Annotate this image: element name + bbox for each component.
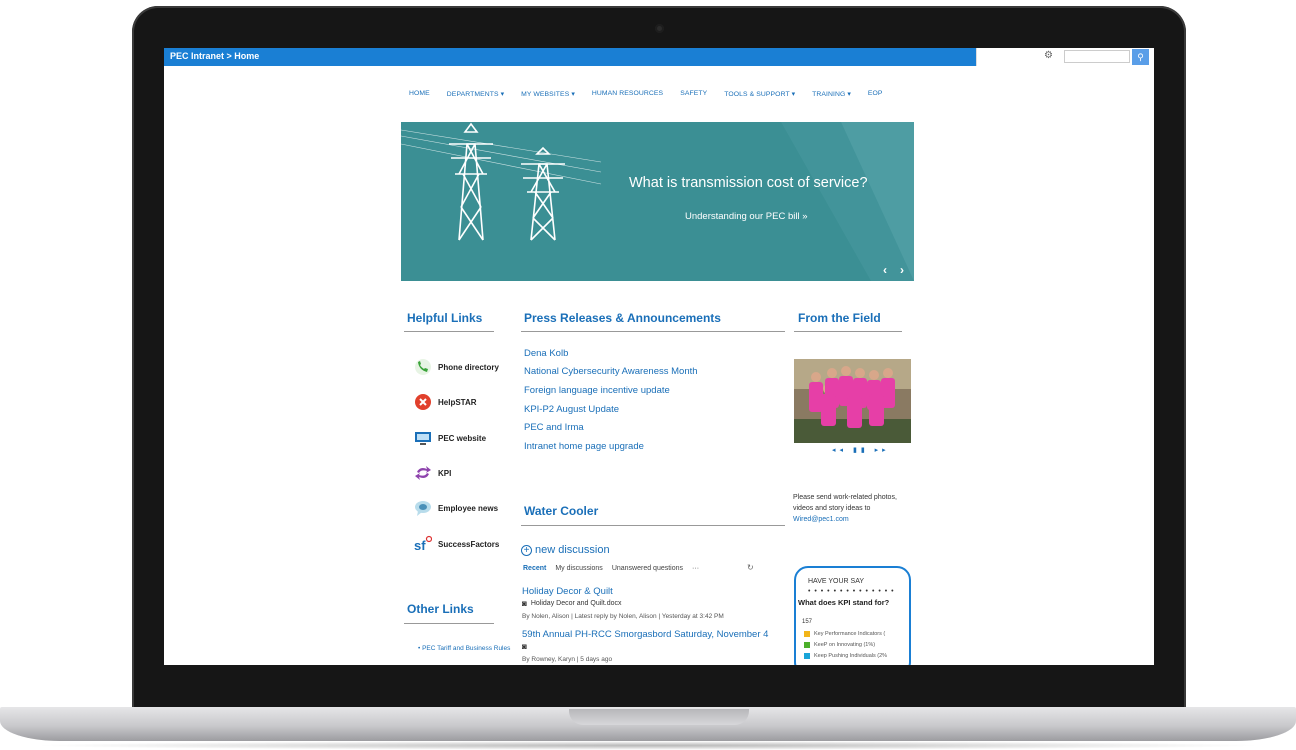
hero-link[interactable]: Understanding our PEC bill » [685,211,808,222]
nav-my-websites[interactable]: MY WEBSITES ▾ [521,90,575,98]
nav-home[interactable]: HOME [409,90,430,98]
link-label: SuccessFactors [438,539,500,549]
helpful-link-kpi[interactable]: KPI [414,464,451,482]
poll-option[interactable]: KeeP on Innovating (1%) [804,642,875,648]
discussion-tabs: Recent My discussions Unanswered questio… [523,565,699,572]
tab-more[interactable]: ··· [692,565,699,572]
kpi-arrows-icon [415,466,431,480]
attachment-row[interactable]: ◙ Holiday Decor and Quilt.docx [522,599,622,608]
poll-option[interactable]: Key Performance Indicators ( [804,631,885,637]
divider [521,331,785,332]
camera-icon: ◙ [522,599,527,608]
press-item[interactable]: Dena Kolb [524,348,568,359]
from-the-field-title: From the Field [798,311,881,325]
poll-option[interactable]: Keep Pushing Individuals (2% [804,653,887,659]
successfactors-logo-icon: sf [414,535,432,553]
discussion-meta: By Rowney, Karyn | 5 days ago [522,656,613,663]
helpstar-icon [415,394,431,410]
hero-banner[interactable]: What is transmission cost of service? Un… [401,122,914,281]
link-label: Phone directory [438,362,499,372]
tab-my-discussions[interactable]: My discussions [555,565,602,572]
photo-controls[interactable]: ◂◂ ▮▮ ▸▸ [832,446,890,454]
other-links-title: Other Links [407,602,474,616]
other-link-label: PEC Tariff and Business Rules [422,645,511,652]
water-cooler-title: Water Cooler [524,504,599,518]
poll-count: 157 [802,619,813,625]
poll-heading: HAVE YOUR SAY [808,578,865,585]
monitor-icon [415,432,431,445]
option-swatch [804,642,810,648]
tab-recent[interactable]: Recent [523,565,546,572]
link-label: PEC website [438,433,487,443]
new-discussion-button[interactable]: + new discussion [521,544,610,556]
divider [404,331,494,332]
helpful-link-successfactors[interactable]: sf SuccessFactors [414,535,499,553]
laptop-notch [569,709,749,725]
hero-headline: What is transmission cost of service? [629,175,868,191]
poll-dots: • • • • • • • • • • • • • • [808,588,895,595]
divider [404,623,494,624]
nav-human-resources[interactable]: HUMAN RESOURCES [592,90,663,98]
poll-question: What does KPI stand for? [798,598,890,607]
option-swatch [804,653,810,659]
option-swatch [804,631,810,637]
divider [521,525,785,526]
main-nav: HOME DEPARTMENTS ▾ MY WEBSITES ▾ HUMAN R… [409,90,900,98]
link-label: HelpSTAR [438,397,477,407]
link-label: KPI [438,468,452,478]
top-bar: PEC Intranet > Home ⚙ ⚲ [164,48,1154,66]
tab-unanswered[interactable]: Unanswered questions [612,565,683,572]
send-text: Please send work-related photos, videos … [793,494,897,512]
helpful-link-employee-news[interactable]: Employee news [414,499,498,517]
nav-departments[interactable]: DEPARTMENTS ▾ [447,90,504,98]
svg-text:sf: sf [414,538,426,553]
search-input[interactable] [1064,50,1130,63]
nav-safety[interactable]: SAFETY [680,90,707,98]
refresh-icon[interactable]: ↻ [747,563,754,572]
field-photo[interactable] [794,359,911,443]
other-link-item[interactable]: • PEC Tariff and Business Rules [418,644,513,653]
breadcrumb[interactable]: PEC Intranet > Home [170,51,259,61]
press-item[interactable]: PEC and Irma [524,422,584,433]
option-label: Key Performance Indicators ( [814,631,886,637]
search-icon: ⚲ [1137,52,1144,62]
submission-note: Please send work-related photos, videos … [793,492,918,525]
new-discussion-label: new discussion [535,544,610,556]
nav-eop[interactable]: EOP [868,90,883,98]
helpful-link-helpstar[interactable]: HelpSTAR [414,393,477,411]
press-item[interactable]: National Cybersecurity Awareness Month [524,366,698,377]
transmission-towers-illustration [401,122,914,281]
group-photo [794,359,911,443]
discussion-meta: By Nolen, Alison | Latest reply by Nolen… [522,613,724,620]
laptop-shadow [30,741,1266,750]
press-item[interactable]: Intranet home page upgrade [524,441,644,452]
camera-icon: ◙ [522,642,527,651]
helpful-link-phone[interactable]: Phone directory [414,358,499,376]
browser-screen: PEC Intranet > Home ⚙ ⚲ HOME DEPARTMENTS… [164,48,1154,665]
search-button[interactable]: ⚲ [1132,49,1149,65]
poll-widget: HAVE YOUR SAY • • • • • • • • • • • • • … [794,566,911,665]
email-link[interactable]: Wired@pec1.com [793,516,849,523]
gear-icon[interactable]: ⚙ [1044,50,1053,61]
link-label: Employee news [438,503,499,513]
discussion-title[interactable]: 59th Annual PH-RCC Smorgasbord Saturday,… [522,629,768,640]
press-item[interactable]: KPI-P2 August Update [524,404,619,415]
carousel-next-icon[interactable]: › [900,263,904,277]
nav-training[interactable]: TRAINING ▾ [812,90,851,98]
helpful-link-pec-website[interactable]: PEC website [414,429,486,447]
attachment-name: Holiday Decor and Quilt.docx [530,600,622,607]
discussion-title[interactable]: Holiday Decor & Quilt [522,586,613,597]
phone-icon [415,359,431,375]
helpful-links-title: Helpful Links [407,311,483,325]
option-label: KeeP on Innovating (1%) [814,642,876,648]
nav-tools-support[interactable]: TOOLS & SUPPORT ▾ [724,90,795,98]
press-title: Press Releases & Announcements [524,311,721,325]
camera-icon [655,24,664,33]
plus-circle-icon: + [521,544,532,556]
divider [794,331,902,332]
press-item[interactable]: Foreign language incentive update [524,385,670,396]
carousel-prev-icon[interactable]: ‹ [883,263,887,277]
option-label: Keep Pushing Individuals (2% [814,653,888,659]
speech-bubble-icon [415,501,431,516]
